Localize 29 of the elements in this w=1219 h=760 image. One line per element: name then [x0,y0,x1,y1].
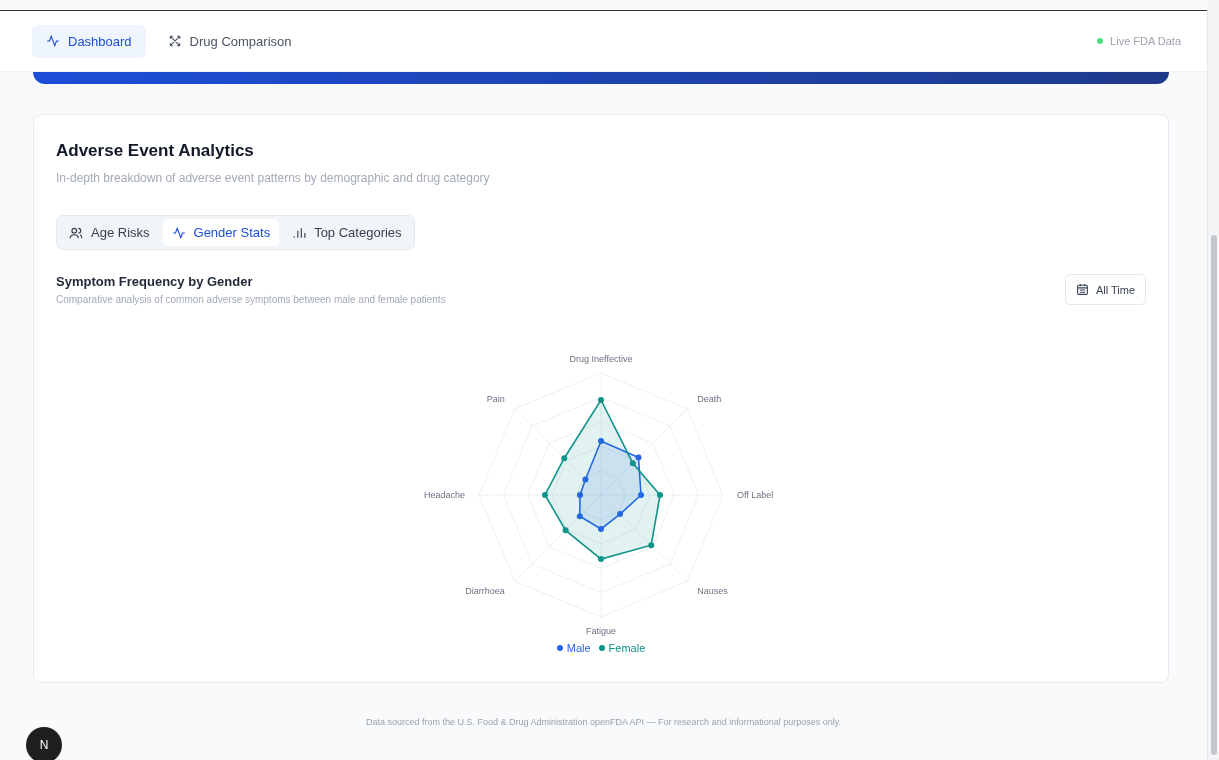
axis-label: Nauses [697,586,728,597]
status-label: Live FDA Data [1110,35,1181,47]
nav-tab[interactable]: Drug Comparison [153,24,306,58]
axis-label: Drug Ineffective [569,354,633,364]
pulse-icon [46,34,60,48]
legend-label: Male [566,642,591,654]
axis-label: Fatigue [586,626,616,636]
chart-subtitle: Comparative analysis of common adverse symptoms between male and female patients [56,294,446,305]
bar-chart-icon [292,225,307,240]
nav-tab[interactable]: Dashboard [32,24,146,58]
axis-label: Death [697,393,722,404]
analytics-tab[interactable]: Gender Stats [162,219,280,246]
chart-title: Symptom Frequency by Gender [56,274,254,289]
dev-badge[interactable]: N [26,727,62,760]
section-subtitle: In-depth breakdown of adverse event patterns by demographic and drug category [56,171,491,185]
analytics-tab[interactable]: Top Categories [283,219,411,246]
legend-label: Female [608,642,646,654]
axis-label: Diarrhoea [465,586,505,597]
pulse-icon [171,225,186,240]
axis-label: Pain [486,393,505,404]
analytics-tab[interactable]: Age Risks [60,219,159,246]
calendar-icon [1075,283,1089,296]
axis-label: Off Label [737,490,774,500]
time-range-button[interactable]: All Time [1064,274,1146,305]
footer-note: Data sourced from the U.S. Food & Drug Administration openFDA API — For research and informational purposes only. [364,717,843,727]
users-icon [69,225,83,240]
section-title: Adverse Event Analytics [56,141,255,161]
crossed-swords-icon [167,34,182,48]
axis-label: Headache [423,490,465,500]
